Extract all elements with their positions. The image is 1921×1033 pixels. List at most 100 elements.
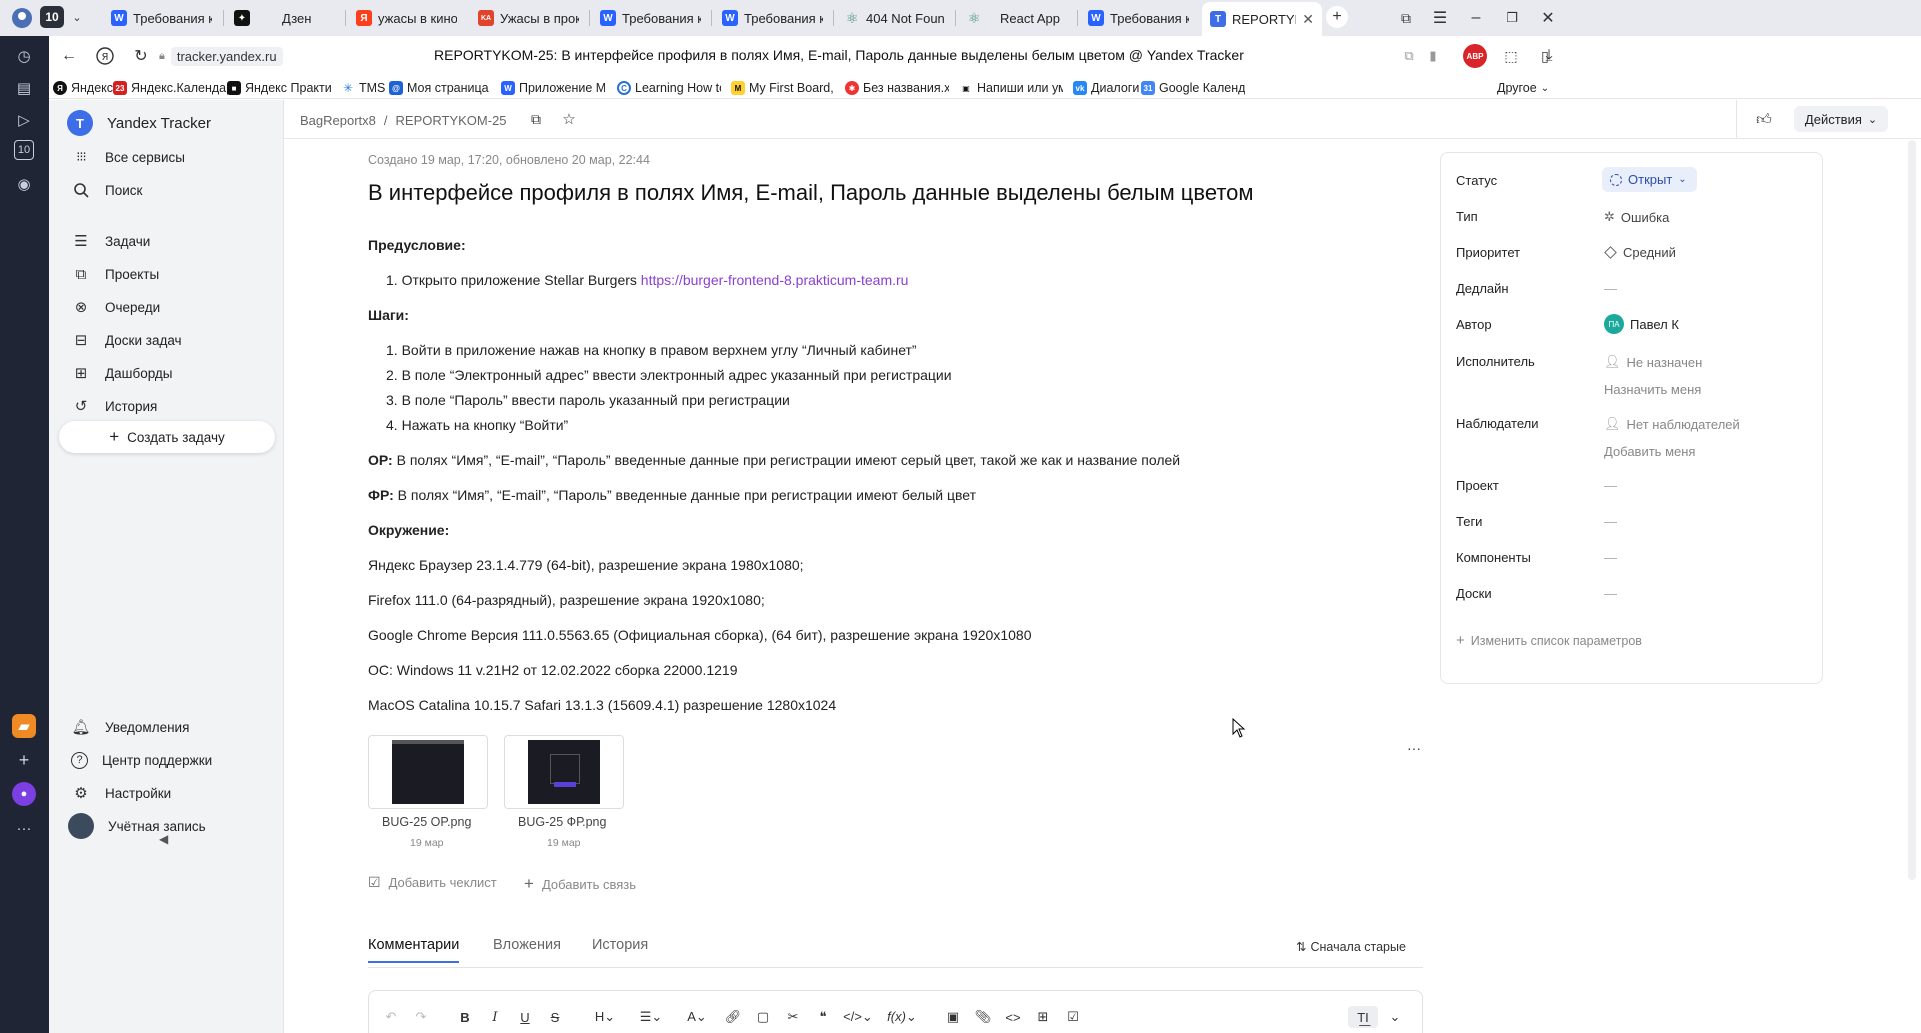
attachment-name[interactable]: BUG-25 ФР.png: [518, 815, 606, 829]
attach-icon[interactable]: 📎︎: [972, 1006, 994, 1028]
text-format-icon[interactable]: T͟I: [1348, 1006, 1378, 1028]
strikethrough-icon[interactable]: S: [544, 1006, 566, 1028]
alice-icon[interactable]: ●: [12, 782, 36, 806]
back-icon[interactable]: ←: [57, 44, 81, 68]
attachment-name[interactable]: BUG-25 OP.png: [382, 815, 471, 829]
sidebar-item-boards[interactable]: ⊟ Доски задач: [57, 323, 277, 357]
tags-value[interactable]: —: [1604, 514, 1617, 529]
image-icon[interactable]: ▣: [942, 1006, 964, 1028]
assign-me-link[interactable]: Назначить меня: [1604, 382, 1701, 397]
collapse-sidebar-icon[interactable]: ◀: [159, 832, 168, 846]
tab-history[interactable]: История: [592, 937, 648, 953]
browser-tab[interactable]: ⚛ 404 Not Found: [836, 4, 953, 32]
components-value[interactable]: —: [1604, 550, 1617, 565]
bookmark-item[interactable]: ▣Напиши или умр: [959, 79, 1063, 97]
browser-tab[interactable]: W Требования к Янд: [1080, 4, 1197, 32]
list-icon[interactable]: ☰⌄: [636, 1006, 666, 1028]
collections-icon[interactable]: ⧉: [1394, 6, 1418, 30]
assignee-value[interactable]: 👤︎ Не назначен: [1604, 354, 1702, 370]
translate-icon[interactable]: ⧉: [1397, 44, 1421, 68]
add-checklist-button[interactable]: ☑ Добавить чеклист: [368, 874, 497, 891]
browser-tab-active[interactable]: T REPORTYKOM- ✕: [1202, 2, 1322, 36]
bookmark-item[interactable]: 31Google Календар: [1141, 79, 1245, 97]
boards-value[interactable]: —: [1604, 586, 1617, 601]
note-icon[interactable]: ▢: [752, 1006, 774, 1028]
sidebar-item-settings[interactable]: ⚙ Настройки: [57, 776, 277, 810]
minimize-icon[interactable]: –: [1464, 6, 1488, 30]
create-task-button[interactable]: + Создать задачу: [59, 421, 275, 453]
bookmark-item[interactable]: vk Диалоги: [1073, 79, 1139, 97]
browser-tab[interactable]: W Требования к ра: [714, 4, 831, 32]
scrollbar[interactable]: [1908, 140, 1916, 880]
yandex-browser-logo-icon[interactable]: [10, 6, 34, 30]
browser-tab[interactable]: ⚛ React App: [958, 4, 1075, 32]
tab-count-icon[interactable]: 10: [14, 140, 34, 160]
play-icon[interactable]: ▷: [12, 108, 36, 132]
browser-tab[interactable]: Я ужасы в кинотеа: [348, 4, 465, 32]
text-color-icon[interactable]: A⌄: [682, 1006, 712, 1028]
new-tab-button[interactable]: +: [1326, 6, 1348, 28]
more-actions-icon[interactable]: ···: [1402, 738, 1426, 758]
app-orange-icon[interactable]: ▰: [12, 714, 36, 738]
camera-icon[interactable]: ◉: [12, 172, 36, 196]
redo-icon[interactable]: ↷: [410, 1006, 432, 1028]
status-dropdown[interactable]: Открыт ⌄: [1602, 167, 1697, 192]
sidebar-item-tasks[interactable]: ☰ Задачи: [57, 224, 277, 258]
like-icon[interactable]: 👍︎: [1752, 108, 1776, 132]
tab-list-chevron-icon[interactable]: ⌄: [66, 6, 88, 28]
history-icon[interactable]: ◷: [12, 44, 36, 68]
priority-value[interactable]: Средний: [1604, 245, 1676, 260]
code-icon[interactable]: <>: [1002, 1006, 1024, 1028]
close-window-icon[interactable]: ✕: [1536, 6, 1560, 30]
bookmark-item[interactable]: ✳ TMS: [341, 79, 385, 97]
search-item[interactable]: Поиск: [57, 173, 277, 207]
reload-icon[interactable]: ↻: [129, 44, 153, 68]
sidebar-item-dashboards[interactable]: ⊞ Дашборды: [57, 356, 277, 390]
sidebar-item-projects[interactable]: ⧉ Проекты: [57, 257, 277, 291]
menu-icon[interactable]: ☰: [1428, 6, 1452, 30]
attachment-thumbnail[interactable]: [504, 735, 624, 809]
sort-button[interactable]: ⇅ Сначала старые: [1296, 939, 1406, 955]
undo-icon[interactable]: ↶: [380, 1006, 402, 1028]
italic-icon[interactable]: I: [484, 1006, 506, 1028]
edit-params-link[interactable]: + Изменить список параметров: [1456, 632, 1642, 649]
sidebar-item-support[interactable]: ? Центр поддержки: [57, 743, 277, 777]
browser-tab[interactable]: KA Ужасы в прокате: [470, 4, 587, 32]
browser-tab[interactable]: W Требования к Янд: [103, 4, 220, 32]
more-icon[interactable]: ···: [12, 816, 36, 840]
issue-title[interactable]: В интерфейсе профиля в полях Имя, E-mail…: [368, 180, 1254, 206]
extensions-icon[interactable]: ⬚: [1499, 44, 1523, 68]
breadcrumb-key[interactable]: REPORTYKOM-25: [396, 113, 507, 128]
downloads-icon[interactable]: ⤓: [1537, 44, 1561, 68]
restore-icon[interactable]: ❐: [1500, 6, 1524, 30]
bookmark-item[interactable]: MMy First Board, On: [731, 79, 835, 97]
deadline-value[interactable]: —: [1604, 281, 1617, 296]
checklist-icon[interactable]: ☑: [1062, 1006, 1084, 1028]
star-icon[interactable]: ☆: [558, 108, 580, 130]
followers-value[interactable]: 👤︎ Нет наблюдателей: [1604, 416, 1740, 432]
tab-counter-button[interactable]: 10: [40, 6, 64, 28]
toolbar-chevron-icon[interactable]: ⌄: [1384, 1006, 1406, 1028]
tab-comments[interactable]: Комментарии: [368, 937, 460, 963]
add-me-link[interactable]: Добавить меня: [1604, 444, 1695, 459]
type-value[interactable]: ✲ Ошибка: [1604, 209, 1669, 225]
cut-icon[interactable]: ✂: [782, 1006, 804, 1028]
yandex-home-icon[interactable]: Я: [93, 44, 117, 68]
notes-icon[interactable]: ▤: [12, 76, 36, 100]
bold-icon[interactable]: B: [454, 1006, 476, 1028]
browser-tab[interactable]: W Требования к Янд: [592, 4, 709, 32]
link-icon[interactable]: 🔗︎: [722, 1006, 744, 1028]
add-panel-icon[interactable]: +: [12, 748, 36, 772]
project-value[interactable]: —: [1604, 478, 1617, 493]
bookmark-item[interactable]: ✱Без названия.xmi: [845, 79, 949, 97]
adblock-icon[interactable]: ABP: [1463, 44, 1487, 68]
bookmark-item[interactable]: CLearning How to L: [617, 79, 721, 97]
close-tab-icon[interactable]: ✕: [1302, 11, 1314, 28]
attachment-thumbnail[interactable]: [368, 735, 488, 809]
brand[interactable]: T Yandex Tracker: [57, 106, 277, 140]
tab-attachments[interactable]: Вложения: [493, 937, 561, 953]
actions-button[interactable]: Действия ⌄: [1794, 106, 1888, 132]
address-field[interactable]: 🔒︎ tracker.yandex.ru: [159, 44, 289, 68]
bookmark-item[interactable]: @Моя страница @: [389, 79, 493, 97]
bookmark-item[interactable]: Я Яндекс: [53, 79, 113, 97]
